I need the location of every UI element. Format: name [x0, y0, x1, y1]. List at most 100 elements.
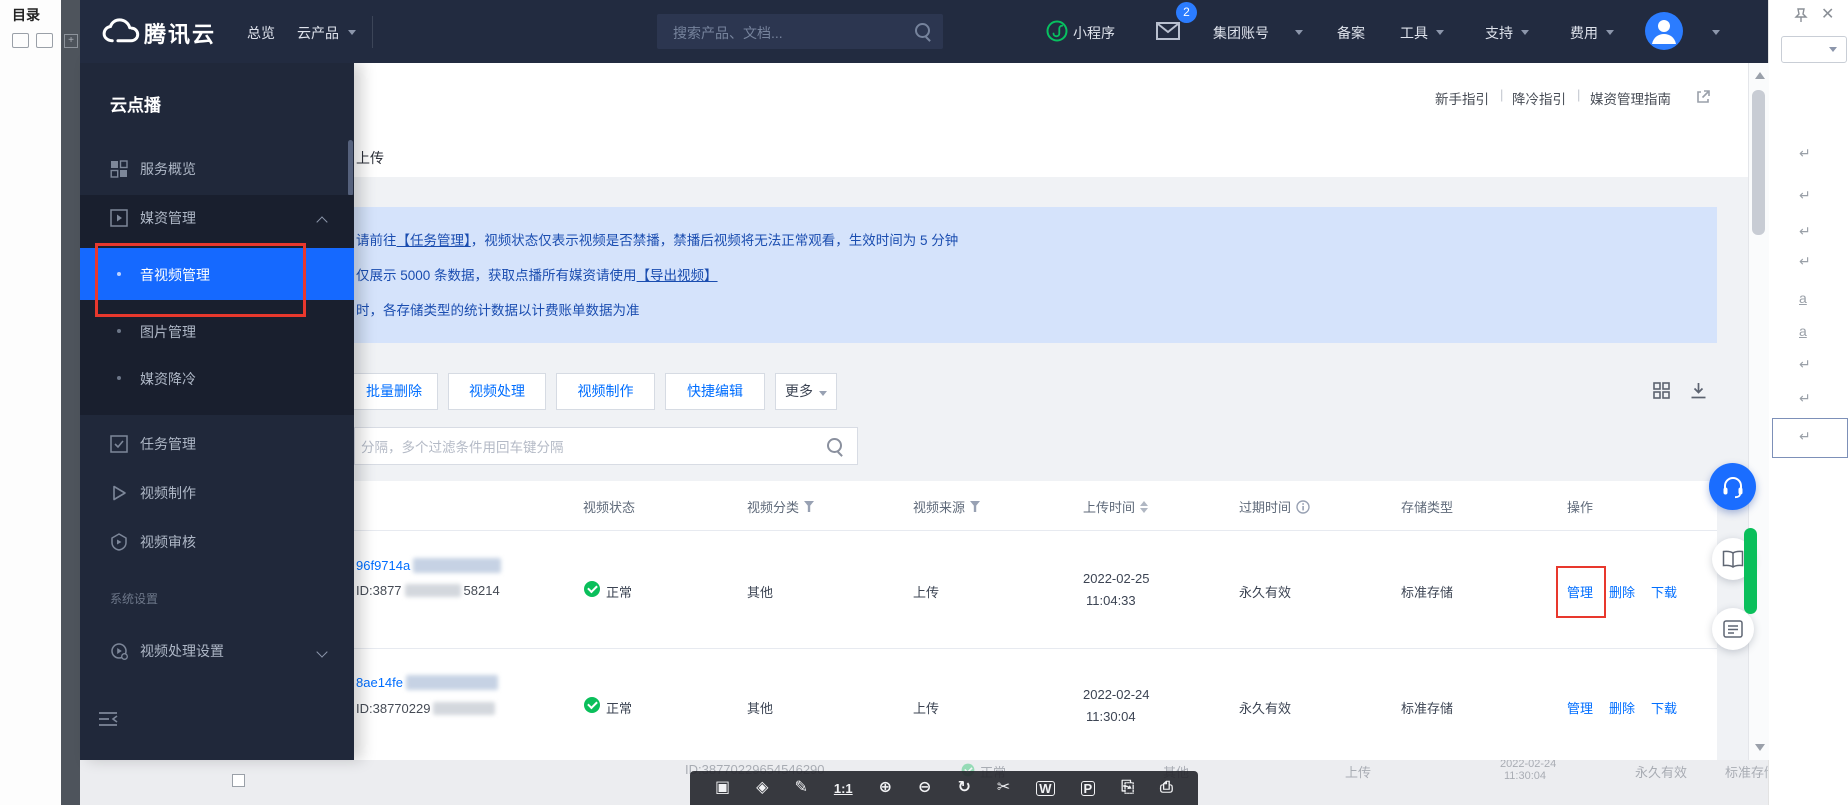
grid-view-icon[interactable]	[1653, 382, 1670, 399]
toolbar-to-word-icon[interactable]: W	[1036, 781, 1054, 796]
toolbar-print-icon[interactable]: ⎙	[1160, 780, 1173, 796]
link-cooling-guide[interactable]: 降冷指引	[1512, 88, 1566, 108]
doc-page-icon[interactable]	[36, 33, 53, 48]
sidebar-item-media-manage[interactable]: 媒资管理	[110, 208, 196, 228]
doc-dropdown[interactable]	[1781, 36, 1847, 63]
toolbar-actual-size-icon[interactable]: 1:1	[834, 782, 853, 795]
col-header-source[interactable]: 视频来源	[913, 497, 980, 516]
video-make-button[interactable]: 视频制作	[556, 373, 655, 410]
paragraph-mark: ↵	[1799, 145, 1811, 162]
nav-support[interactable]: 支持	[1485, 23, 1513, 43]
sidebar-item-image-manage[interactable]: 图片管理	[140, 322, 196, 342]
collapse-sidebar-icon[interactable]	[98, 711, 118, 727]
upload-date: 2022-02-24	[1083, 687, 1150, 702]
toolbar-erase-icon[interactable]: ◈	[756, 780, 768, 796]
logo-text[interactable]: 腾讯云	[144, 17, 216, 49]
link-beginner-guide[interactable]: 新手指引	[1435, 88, 1489, 108]
nav-search-box[interactable]	[657, 14, 943, 49]
scroll-down-arrow-icon[interactable]	[1755, 744, 1765, 751]
upload-button[interactable]: 上传	[356, 148, 384, 168]
toolbar-zoom-out-icon[interactable]: ⊖	[918, 780, 931, 796]
sidebar-item-video-audit[interactable]: 视频审核	[110, 532, 196, 552]
scroll-up-arrow-icon[interactable]	[1755, 72, 1765, 79]
storage-cell: 标准存储	[1401, 698, 1453, 717]
filter-icon[interactable]	[804, 501, 814, 512]
download-list-icon[interactable]	[1690, 382, 1707, 399]
sidebar-scrollbar-thumb[interactable]	[348, 140, 353, 196]
doc-page-icon[interactable]	[12, 33, 29, 48]
add-icon[interactable]: +	[64, 34, 78, 48]
media-filter-box[interactable]	[354, 427, 858, 465]
chevron-down-icon[interactable]	[1712, 30, 1720, 35]
miniprogram-icon[interactable]	[1046, 20, 1068, 42]
manage-link[interactable]: 管理	[1567, 698, 1593, 717]
sidebar-item-video-settings[interactable]: 视频处理设置	[110, 641, 224, 661]
message-envelope-icon[interactable]	[1156, 22, 1180, 40]
close-icon[interactable]: ✕	[1821, 4, 1834, 24]
bullet-dot	[117, 329, 121, 333]
faded-row-expire: 永久有效	[1635, 762, 1687, 781]
nav-group-account[interactable]: 集团账号	[1213, 23, 1269, 43]
download-link[interactable]: 下载	[1651, 582, 1677, 601]
toolbar-to-ppt-icon[interactable]: P	[1081, 781, 1096, 796]
nav-billing[interactable]: 费用	[1570, 23, 1598, 43]
source-cell: 上传	[913, 698, 939, 717]
page-header-band	[354, 63, 1748, 177]
sidebar-item-video-make[interactable]: 视频制作	[110, 483, 196, 503]
batch-delete-button[interactable]: 批量删除	[354, 373, 438, 410]
page-scrollbar[interactable]	[1748, 63, 1769, 760]
sidebar-item-label: 媒资管理	[140, 208, 196, 228]
search-icon[interactable]	[915, 23, 930, 38]
external-link-icon[interactable]	[1696, 90, 1710, 104]
chevron-down-icon	[1829, 47, 1837, 52]
sidebar-item-task-manage[interactable]: 任务管理	[110, 434, 196, 454]
nav-tools[interactable]: 工具	[1400, 23, 1428, 43]
sidebar-item-media-cooling[interactable]: 媒资降冷	[140, 369, 196, 389]
toolbar-annotate-icon[interactable]: ✎	[794, 780, 807, 796]
chevron-down-icon[interactable]	[316, 646, 327, 657]
toolbar-rotate-icon[interactable]: ↻	[957, 780, 970, 796]
tencent-cloud-logo-icon[interactable]	[100, 17, 142, 47]
toolbar-crop-icon[interactable]: ✂	[997, 780, 1010, 796]
toolbar-export-icon[interactable]: ⎘	[1121, 780, 1134, 796]
delete-link[interactable]: 删除	[1609, 582, 1635, 601]
online-support-widget[interactable]	[1709, 463, 1756, 510]
col-header-category[interactable]: 视频分类	[747, 497, 814, 516]
pin-icon[interactable]	[1793, 7, 1809, 23]
info-icon[interactable]	[1296, 500, 1310, 514]
quick-edit-button[interactable]: 快捷编辑	[665, 373, 765, 410]
nav-beian[interactable]: 备案	[1337, 23, 1365, 43]
toolbar-zoom-in-icon[interactable]: ⊕	[879, 780, 892, 796]
scrollbar-thumb[interactable]	[1752, 90, 1765, 235]
sidebar-item-overview[interactable]: 服务概览	[110, 159, 196, 179]
nav-cloud-products[interactable]: 云产品	[297, 23, 339, 43]
divider	[354, 530, 1717, 531]
task-manage-link[interactable]: 【任务管理】	[397, 233, 471, 248]
download-link[interactable]: 下载	[1651, 698, 1677, 717]
filter-icon[interactable]	[970, 501, 980, 512]
message-count-badge[interactable]: 2	[1176, 2, 1197, 23]
table-row-2-name[interactable]: 8ae14fe	[356, 675, 498, 690]
table-row-1-name[interactable]: 96f9714a	[356, 558, 501, 573]
toolbar-swap-image-icon[interactable]: ▣	[715, 780, 730, 796]
user-avatar[interactable]	[1645, 12, 1683, 50]
survey-widget[interactable]	[1712, 608, 1754, 650]
nav-search-input[interactable]	[671, 14, 905, 51]
export-video-link[interactable]: 【导出视频】	[637, 268, 718, 283]
col-header-storage: 存储类型	[1401, 497, 1453, 516]
feedback-tab[interactable]	[1744, 528, 1757, 614]
more-button[interactable]: 更多	[775, 373, 837, 410]
search-icon[interactable]	[827, 438, 842, 453]
nav-miniprogram[interactable]: 小程序	[1073, 23, 1115, 43]
media-filter-input[interactable]	[359, 428, 803, 466]
delete-link[interactable]: 删除	[1609, 698, 1635, 717]
doc-right-panel: ✕ ↵ ↵ ↵ ↵ a a ↵ ↵ ↵	[1768, 0, 1848, 805]
sort-icon[interactable]	[1140, 501, 1148, 513]
image-resize-handle[interactable]	[232, 774, 245, 787]
image-viewer-toolbar: ▣ ◈ ✎ 1:1 ⊕ ⊖ ↻ ✂ W P ⎘ ⎙	[690, 771, 1198, 805]
upload-date: 2022-02-25	[1083, 571, 1150, 586]
link-media-guide[interactable]: 媒资管理指南	[1590, 88, 1671, 108]
nav-overview[interactable]: 总览	[247, 23, 275, 43]
video-process-button[interactable]: 视频处理	[448, 373, 546, 410]
col-header-upload-time[interactable]: 上传时间	[1083, 497, 1148, 516]
